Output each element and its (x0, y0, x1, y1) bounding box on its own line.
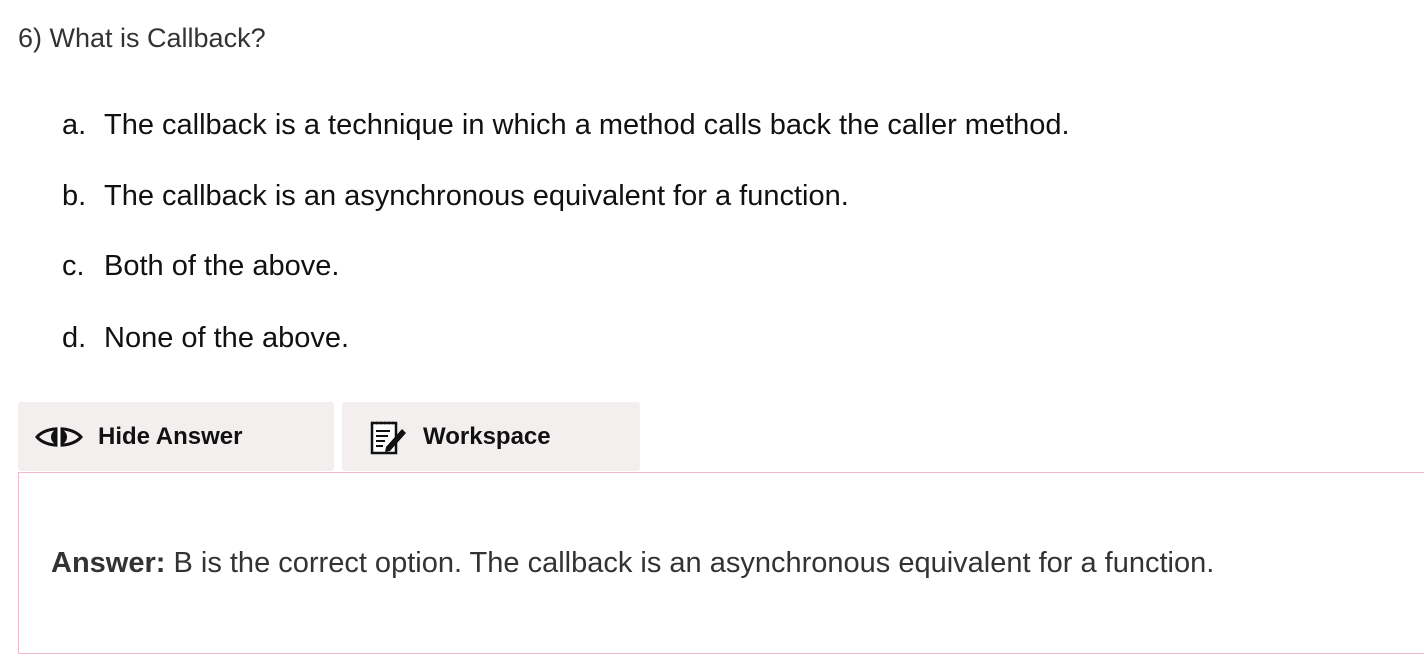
hide-answer-label: Hide Answer (98, 422, 243, 450)
option-text: The callback is an asynchronous equivale… (104, 180, 849, 212)
answer-text: Answer: B is the correct option. The cal… (51, 545, 1214, 581)
notepad-edit-icon (368, 417, 408, 457)
option-letter: c. (62, 250, 85, 282)
workspace-button[interactable]: Workspace (342, 402, 640, 471)
option-c: c. Both of the above. (62, 248, 339, 284)
option-letter: b. (62, 180, 87, 212)
option-b: b. The callback is an asynchronous equiva… (62, 178, 849, 214)
option-d: d. None of the above. (62, 320, 349, 356)
answer-body: B is the correct option. The callback is… (165, 547, 1215, 579)
hide-answer-button[interactable]: Hide Answer (18, 402, 334, 471)
option-letter: d. (62, 322, 87, 354)
option-a: a. The callback is a technique in which a… (62, 107, 1070, 143)
question-title: 6) What is Callback? (18, 23, 266, 53)
workspace-label: Workspace (423, 422, 551, 450)
answer-label: Answer: (51, 547, 166, 579)
option-text: The callback is a technique in which a m… (104, 109, 1070, 141)
answer-panel: Answer: B is the correct option. The cal… (18, 472, 1424, 654)
option-text: None of the above. (104, 322, 350, 354)
option-letter: a. (62, 109, 87, 141)
option-text: Both of the above. (104, 250, 340, 282)
eye-icon (34, 422, 84, 452)
